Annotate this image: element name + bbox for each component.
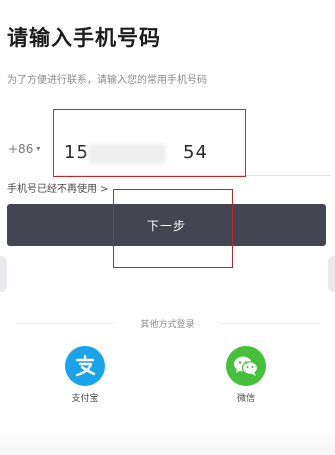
phone-input-row: +86 ▾ [0, 132, 335, 172]
alipay-label: 支付宝 [71, 394, 99, 404]
right-edge-handle [328, 256, 335, 292]
wechat-icon [226, 346, 266, 386]
input-divider [56, 175, 331, 176]
alipay-icon [65, 346, 105, 386]
left-edge-handle [0, 256, 7, 292]
next-step-button[interactable]: 下一步 [7, 204, 326, 246]
wechat-login-button[interactable]: 微信 [216, 346, 276, 404]
country-code-label: +86 [8, 142, 34, 156]
country-code-selector[interactable]: +86 ▾ [8, 142, 40, 156]
alipay-login-button[interactable]: 支付宝 [55, 346, 115, 404]
number-no-longer-used-link[interactable]: 手机号已经不再使用 > [7, 180, 109, 195]
bottom-shade [0, 425, 335, 455]
chevron-down-icon: ▾ [36, 144, 41, 153]
page-title: 请输入手机号码 [7, 26, 161, 50]
wechat-label: 微信 [236, 394, 255, 404]
redacted-digits-blur [88, 144, 166, 164]
page-subtitle: 为了方便进行联系，请输入您的常用手机号码 [7, 75, 207, 86]
other-login-label: 其他方式登录 [140, 320, 195, 330]
